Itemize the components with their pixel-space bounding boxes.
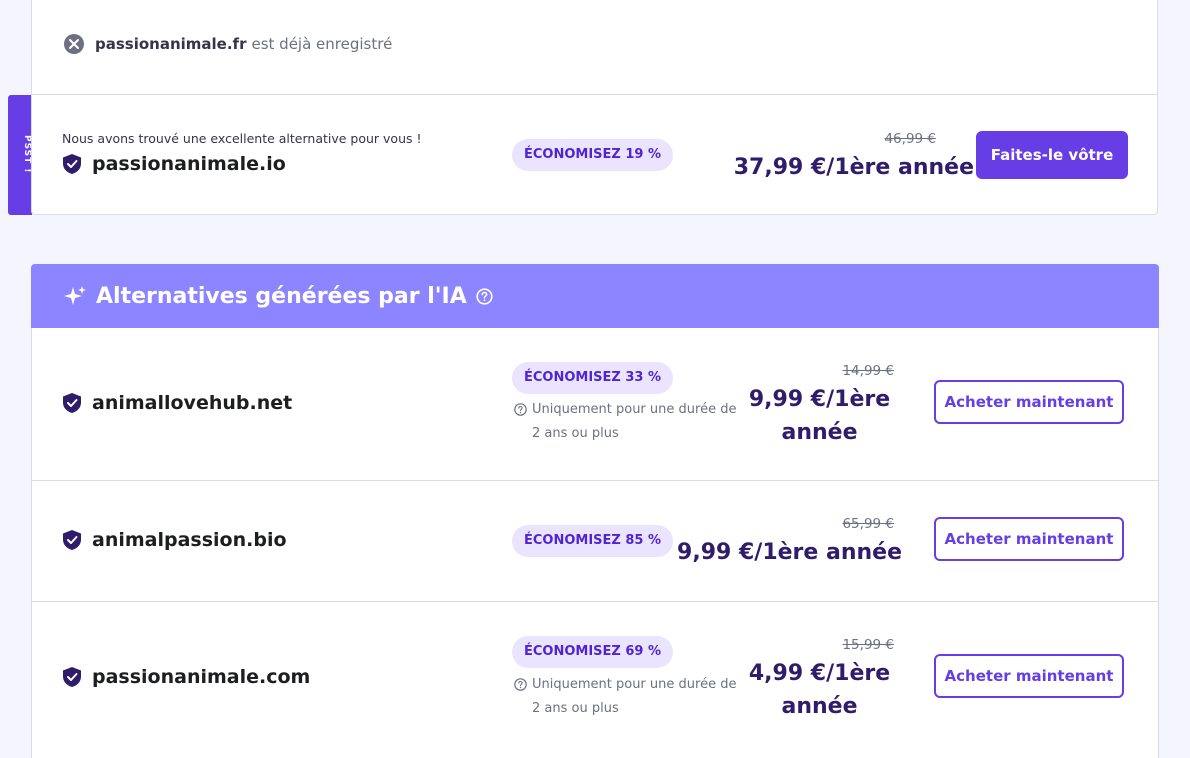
recommended-domain-name: passionanimale.io	[92, 153, 286, 175]
price-line1: 9,99 €/1ère	[748, 387, 891, 412]
old-price: 46,99 €	[884, 131, 936, 147]
duration-note-line2: 2 ans ou plus	[532, 701, 619, 716]
savings-badge: ÉCONOMISEZ 33 %	[512, 362, 674, 394]
old-price: 15,99 €	[842, 637, 894, 653]
taken-domain: passionanimale.fr	[95, 35, 247, 53]
sparkles-icon	[64, 286, 86, 305]
shield-check-icon	[63, 530, 81, 550]
shield-check-icon	[63, 393, 81, 413]
help-circle-icon	[514, 403, 527, 416]
psst-label: PSST !	[22, 135, 32, 174]
search-result-card: passionanimale.fr est déjà enregistré No…	[31, 0, 1158, 215]
ai-section-title: Alternatives générées par l'IA	[96, 283, 467, 309]
divider	[32, 94, 1157, 95]
help-circle-icon[interactable]	[476, 287, 493, 305]
buy-now-button[interactable]: Acheter maintenant	[934, 654, 1124, 698]
duration-note: Uniquement pour une durée de 2 ans ou pl…	[514, 398, 739, 446]
duration-note-line2: 2 ans ou plus	[532, 426, 619, 441]
duration-note-line1: Uniquement pour une durée de	[532, 677, 737, 692]
divider	[32, 601, 1158, 602]
savings-badge: ÉCONOMISEZ 85 %	[512, 525, 674, 557]
price-line2: année	[781, 694, 858, 719]
current-price: 4,99 €/1ère année	[732, 657, 907, 723]
shield-check-icon	[63, 154, 81, 174]
current-price: 9,99 €/1ère année	[677, 540, 902, 565]
close-circle-icon	[64, 34, 84, 54]
help-circle-icon	[514, 678, 527, 691]
savings-badge: ÉCONOMISEZ 19 %	[512, 139, 674, 171]
savings-badge: ÉCONOMISEZ 69 %	[512, 636, 674, 668]
domain-taken-notice: passionanimale.fr est déjà enregistré	[64, 34, 392, 54]
domain-name: animallovehub.net	[92, 392, 293, 414]
list-item-domain: animallovehub.net	[63, 392, 292, 414]
duration-note: Uniquement pour une durée de 2 ans ou pl…	[514, 673, 739, 721]
buy-now-button[interactable]: Acheter maintenant	[934, 380, 1124, 424]
price-line2: année	[781, 420, 858, 445]
current-price: 37,99 €/1ère année	[733, 155, 974, 180]
taken-message: est déjà enregistré	[251, 35, 393, 53]
domain-name: animalpassion.bio	[92, 529, 287, 551]
old-price: 14,99 €	[842, 363, 894, 379]
ai-alternatives-header: Alternatives générées par l'IA	[31, 264, 1159, 328]
buy-now-button[interactable]: Acheter maintenant	[934, 517, 1124, 561]
price-line1: 4,99 €/1ère	[748, 661, 891, 686]
ai-alternatives-list: animallovehub.net ÉCONOMISEZ 33 % Unique…	[31, 328, 1159, 758]
alternative-note: Nous avons trouvé une excellente alterna…	[62, 131, 422, 146]
domain-name: passionanimale.com	[92, 666, 311, 688]
list-item-domain: animalpassion.bio	[63, 529, 287, 551]
psst-tab[interactable]: PSST !	[8, 95, 32, 215]
divider	[32, 480, 1158, 481]
recommended-domain: passionanimale.io	[63, 153, 286, 175]
make-it-yours-button[interactable]: Faites-le vôtre	[976, 131, 1128, 179]
shield-check-icon	[63, 667, 81, 687]
list-item-domain: passionanimale.com	[63, 666, 310, 688]
duration-note-line1: Uniquement pour une durée de	[532, 402, 737, 417]
old-price: 65,99 €	[842, 516, 894, 532]
current-price: 9,99 €/1ère année	[732, 383, 907, 449]
